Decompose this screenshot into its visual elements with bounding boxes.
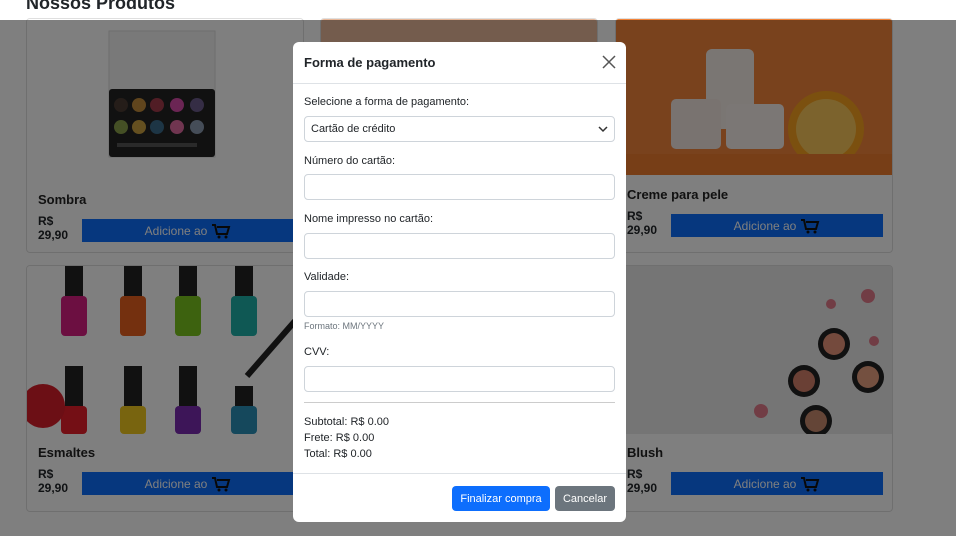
cvv-input[interactable] xyxy=(304,366,615,392)
modal-header: Forma de pagamento xyxy=(293,42,626,84)
cancel-button[interactable]: Cancelar xyxy=(555,486,615,511)
card-name-label: Nome impresso no cartão: xyxy=(304,213,433,225)
payment-method-value: Cartão de crédito xyxy=(311,123,396,135)
divider xyxy=(304,402,615,403)
payment-method-label: Selecione a forma de pagamento: xyxy=(304,96,470,108)
payment-method-select[interactable]: Cartão de crédito xyxy=(304,116,615,142)
modal-title: Forma de pagamento xyxy=(304,55,436,70)
close-icon[interactable] xyxy=(602,55,616,69)
modal-footer: Finalizar compra Cancelar xyxy=(293,473,626,522)
validity-input[interactable] xyxy=(304,291,615,317)
payment-modal: Forma de pagamento Selecione a forma de … xyxy=(293,42,626,522)
finalize-purchase-button[interactable]: Finalizar compra xyxy=(452,486,550,511)
card-name-input[interactable] xyxy=(304,233,615,259)
card-number-label: Número do cartão: xyxy=(304,155,396,167)
validity-format-hint: Formato: MM/YYYY xyxy=(304,321,385,331)
total-text: Total: R$ 0.00 xyxy=(304,448,372,460)
page-title: Nossos Produtos xyxy=(26,0,176,13)
chevron-down-icon xyxy=(598,125,608,132)
shipping-text: Frete: R$ 0.00 xyxy=(304,432,375,444)
validity-label: Validade: xyxy=(304,271,350,283)
cvv-label: CVV: xyxy=(304,346,330,358)
subtotal-text: Subtotal: R$ 0.00 xyxy=(304,416,390,428)
card-number-input[interactable] xyxy=(304,174,615,200)
